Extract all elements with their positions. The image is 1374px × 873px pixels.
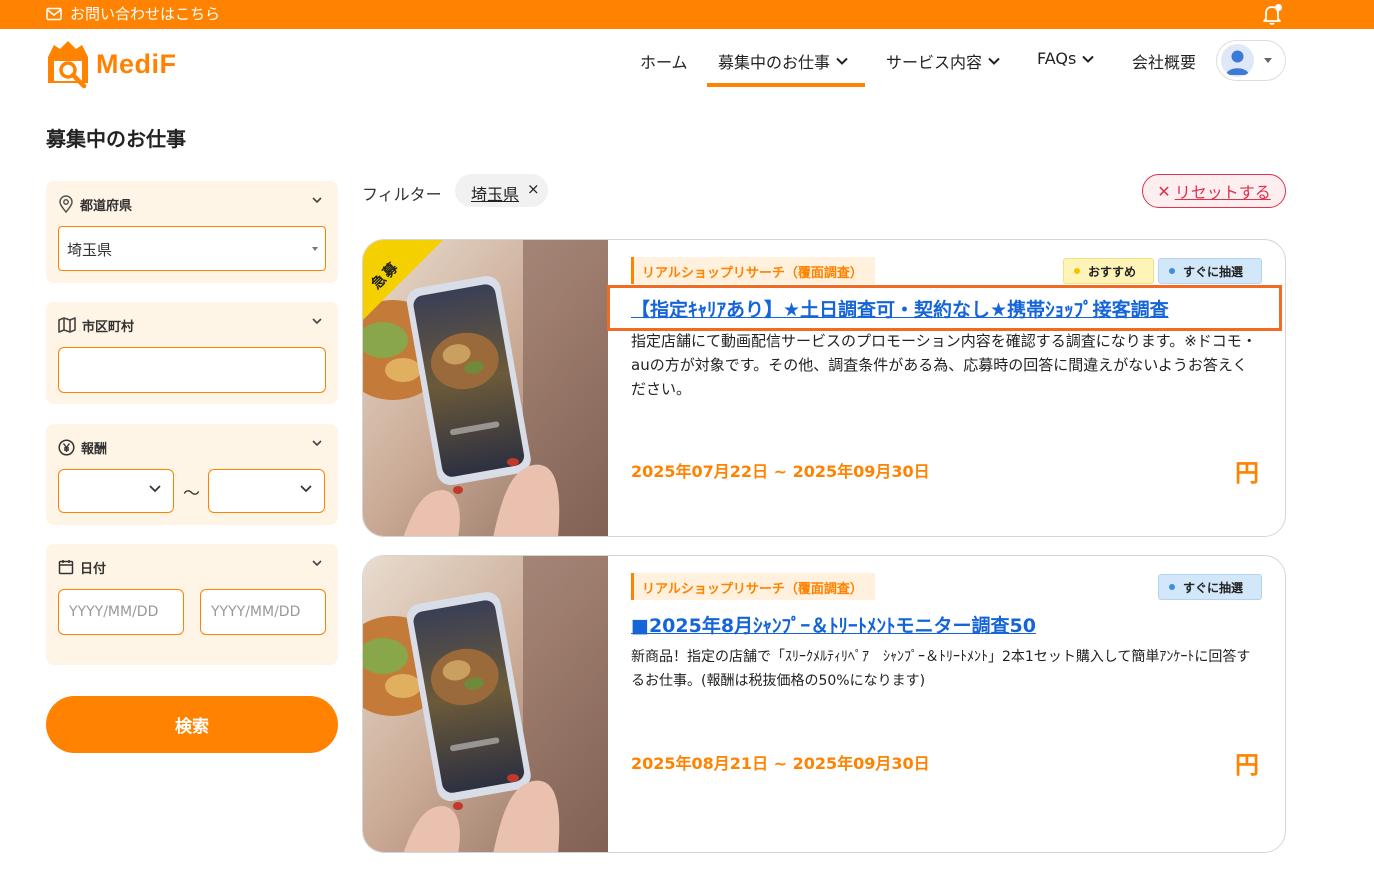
date-to-placeholder: YYYY/MM/DD: [211, 604, 301, 620]
notification-bell-icon[interactable]: [1260, 2, 1284, 26]
date-filter-header[interactable]: 日付: [58, 556, 326, 578]
job-reward-currency: 円: [1235, 459, 1259, 487]
chevron-down-icon: [312, 318, 322, 325]
chip-remove-icon[interactable]: ×: [527, 180, 540, 198]
nav-company[interactable]: 会社概要: [1132, 49, 1196, 73]
avatar: [1221, 44, 1254, 77]
city-filter-label: 市区町村: [82, 319, 135, 335]
filter-chip-prefecture: 埼玉県 ×: [455, 174, 548, 207]
job-period: 2025年07月22日 ~ 2025年09月30日: [631, 462, 930, 481]
job-thumbnail-image: [363, 240, 608, 536]
chevron-down-icon: [988, 57, 1000, 65]
caret-down-icon: [1264, 58, 1272, 63]
city-filter-panel: 市区町村: [46, 302, 338, 404]
instant-lottery-badge-label: すぐに抽選: [1183, 580, 1244, 595]
reset-button-label: リセットする: [1174, 183, 1271, 202]
recommended-badge: おすすめ: [1063, 258, 1154, 284]
user-menu[interactable]: [1216, 40, 1286, 81]
prefecture-select[interactable]: 埼玉県: [58, 226, 326, 271]
map-icon: [58, 317, 76, 333]
calendar-icon: [58, 560, 74, 575]
chevron-down-icon: [312, 560, 322, 567]
user-icon: [1226, 50, 1249, 75]
recommended-badge-label: おすすめ: [1088, 264, 1137, 279]
prefecture-select-value: 埼玉県: [67, 241, 113, 259]
yen-circle-icon: [58, 438, 75, 456]
nav-jobs[interactable]: 募集中のお仕事: [718, 49, 848, 73]
nav-jobs-label: 募集中のお仕事: [718, 53, 831, 72]
job-card[interactable]: リアルショップリサーチ（覆面調査） すぐに抽選 ■2025年8月ｼｬﾝﾌﾟｰ＆ﾄ…: [362, 555, 1286, 853]
nav-company-label: 会社概要: [1132, 53, 1197, 72]
reward-min-select[interactable]: [58, 469, 174, 513]
job-thumbnail-image: [363, 556, 608, 852]
badge-dot-icon: [1074, 268, 1080, 274]
reward-max-select[interactable]: [208, 469, 325, 513]
nav-active-indicator: [707, 83, 865, 87]
job-category-tag: リアルショップリサーチ（覆面調査）: [631, 257, 875, 284]
city-input[interactable]: [58, 347, 326, 393]
prefecture-filter-label: 都道府県: [80, 198, 133, 214]
instant-lottery-badge: すぐに抽選: [1158, 258, 1262, 284]
prefecture-filter-header[interactable]: 都道府県: [58, 193, 326, 215]
reset-button[interactable]: ✕ リセットする: [1142, 174, 1286, 208]
job-category-tag: リアルショップリサーチ（覆面調査）: [631, 573, 875, 600]
date-to-input[interactable]: YYYY/MM/DD: [200, 589, 326, 635]
nav-faqs-label: FAQs: [1037, 49, 1077, 68]
date-filter-label: 日付: [80, 561, 107, 577]
select-arrow-icon: [312, 247, 318, 251]
instant-lottery-badge: すぐに抽選: [1158, 574, 1262, 600]
job-reward-currency: 円: [1235, 751, 1259, 779]
nav-faqs[interactable]: FAQs: [1037, 49, 1095, 68]
nav-home[interactable]: ホーム: [640, 49, 688, 73]
page-title: 募集中のお仕事: [46, 127, 186, 151]
badge-dot-icon: [1169, 268, 1175, 274]
date-from-placeholder: YYYY/MM/DD: [69, 604, 159, 620]
nav-services[interactable]: サービス内容: [886, 49, 1000, 73]
reward-filter-panel: 報酬 〜: [46, 424, 338, 525]
job-description: 指定店舗にて動画配信サービスのプロモーション内容を確認する調査になります。※ドコ…: [631, 332, 1257, 398]
contact-link[interactable]: お問い合わせはこちら: [46, 3, 220, 24]
reward-filter-header[interactable]: 報酬: [58, 436, 326, 458]
chevron-down-icon: [836, 57, 848, 65]
chevron-down-icon: [300, 485, 312, 493]
site-logo[interactable]: MediF: [46, 39, 177, 89]
site-header: MediF ホーム 募集中のお仕事 サービス内容 FAQs 会社概要: [0, 29, 1374, 95]
job-title-link[interactable]: 【指定ｷｬﾘｱあり】★土日調査可・契約なし★携帯ｼｮｯﾌﾟ接客調査: [631, 295, 1169, 322]
location-pin-icon: [59, 195, 73, 213]
reward-range-separator: 〜: [183, 484, 200, 504]
filter-label: フィルター: [362, 185, 442, 204]
badge-dot-icon: [1169, 584, 1175, 590]
prefecture-filter-panel: 都道府県 埼玉県: [46, 181, 338, 283]
filter-chip-label[interactable]: 埼玉県: [471, 181, 519, 205]
instant-lottery-badge-label: すぐに抽選: [1183, 264, 1244, 279]
nav-services-label: サービス内容: [886, 53, 983, 72]
chevron-down-icon: [149, 485, 161, 493]
mail-icon: [46, 7, 62, 20]
date-from-input[interactable]: YYYY/MM/DD: [58, 589, 184, 635]
chevron-down-icon: [1082, 55, 1095, 63]
job-description: 新商品！指定の店舗で「ｽﾘｰｸﾒﾙﾃｨﾘﾍﾟｱ ｼｬﾝﾌﾟｰ＆ﾄﾘｰﾄﾒﾝﾄ」2…: [631, 649, 1251, 689]
chevron-down-icon: [312, 197, 322, 204]
logo-text: MediF: [96, 48, 177, 79]
job-card[interactable]: 急募 リアルショップリサーチ（覆面調査） おすすめ すぐに抽選 【指定ｷｬﾘｱあ…: [362, 239, 1286, 537]
reward-filter-label: 報酬: [81, 441, 108, 457]
city-filter-header[interactable]: 市区町村: [58, 314, 326, 336]
top-bar: お問い合わせはこちら: [0, 0, 1374, 29]
close-icon: ✕: [1157, 181, 1171, 201]
job-period: 2025年08月21日 ~ 2025年09月30日: [631, 754, 930, 773]
chevron-down-icon: [312, 440, 322, 447]
contact-link-text: お問い合わせはこちら: [70, 5, 221, 23]
nav-home-label: ホーム: [640, 53, 688, 72]
job-title-link[interactable]: ■2025年8月ｼｬﾝﾌﾟｰ＆ﾄﾘｰﾄﾒﾝﾄモニター調査50: [631, 611, 1036, 638]
logo-house-icon: [48, 41, 88, 89]
search-button[interactable]: 検索: [46, 696, 338, 753]
date-filter-panel: 日付 YYYY/MM/DD YYYY/MM/DD: [46, 544, 338, 665]
